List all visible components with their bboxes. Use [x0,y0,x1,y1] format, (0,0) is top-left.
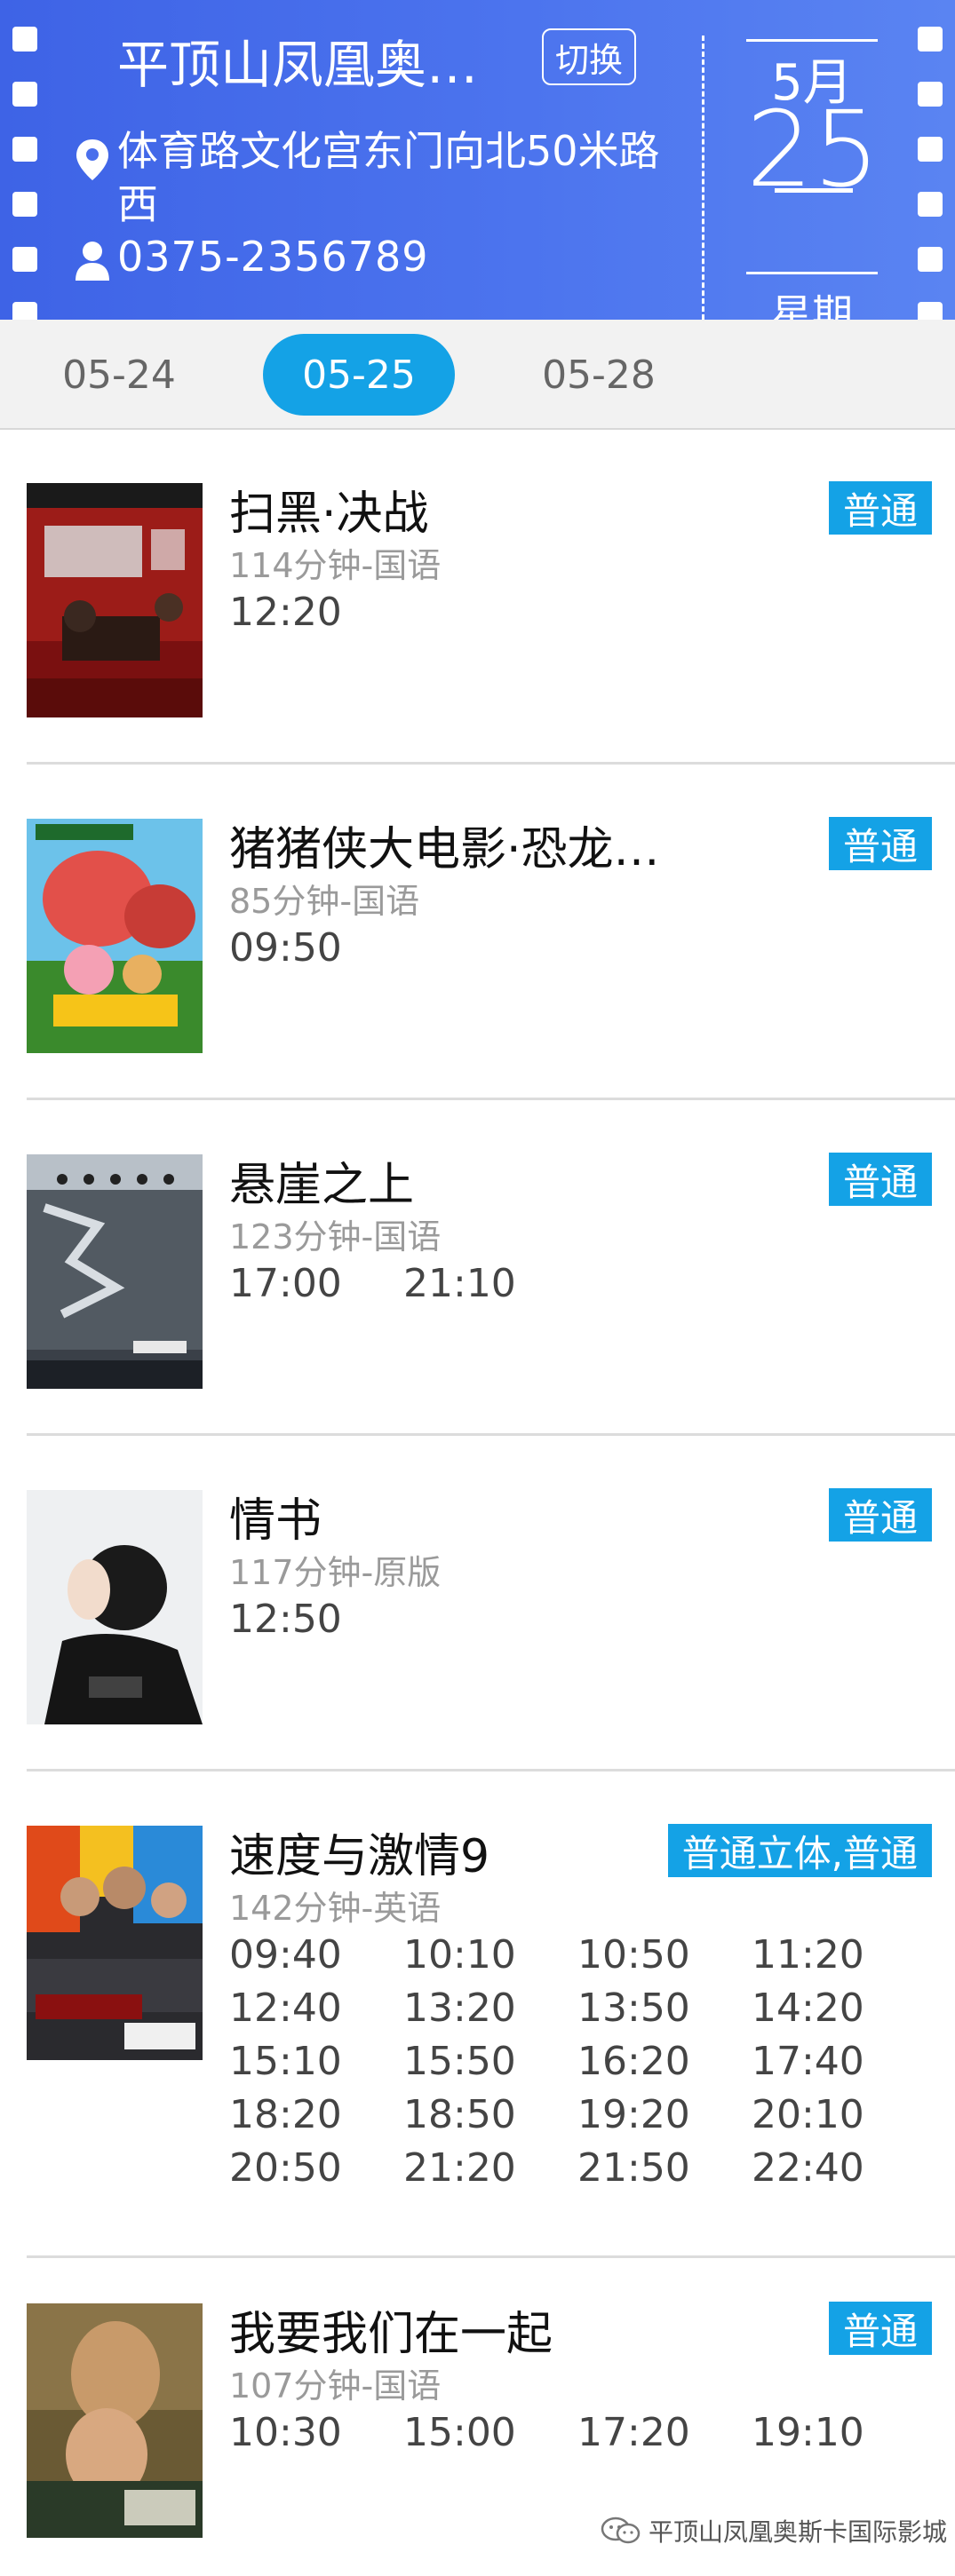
showtime[interactable]: 15:50 [403,2039,516,2084]
showtime[interactable]: 19:10 [752,2410,864,2455]
showtime[interactable]: 20:10 [752,2092,864,2137]
movie-item[interactable]: 情书 普通 117分钟-原版 12:50 [0,1437,955,1772]
showtime[interactable]: 16:20 [577,2039,690,2084]
movie-item[interactable]: 悬崖之上 普通 123分钟-国语 17:00 21:10 [0,1101,955,1437]
ticket-divider [702,36,704,320]
wechat-icon [601,2517,641,2544]
movie-title[interactable]: 速度与激情9 [229,1819,489,1885]
showtime[interactable]: 09:50 [229,925,342,971]
tab-date-0525[interactable]: 05-25 [263,334,455,416]
showtime[interactable]: 20:50 [229,2145,342,2191]
movie-title[interactable]: 猪猪侠大电影·恐龙… [229,812,660,878]
format-badge: 普通 [828,2302,932,2355]
cinema-header: 平顶山凤凰奥… 切换 体育路文化宫东门向北50米路西 0375-2356789 … [0,0,955,320]
user-icon [76,242,109,281]
date-weekday: 星期 [771,290,853,320]
movie-title[interactable]: 情书 [229,1483,322,1550]
showtime[interactable]: 12:20 [229,590,342,635]
film-strip-right [918,0,943,320]
row-divider [27,2255,955,2258]
cinema-name: 平顶山凤凰奥… [117,35,479,95]
movie-duration-language: 114分钟-国语 [229,546,442,585]
movie-duration-language: 142分钟-英语 [229,1889,442,1928]
format-badge: 普通 [828,817,932,870]
showtime[interactable]: 19:20 [577,2092,690,2137]
movie-duration-language: 107分钟-国语 [229,2366,442,2406]
movie-duration-language: 85分钟-国语 [229,882,420,921]
date-bottom-line [746,272,878,274]
poster-xuanya[interactable] [27,1154,203,1389]
date-top-line [746,39,878,42]
tab-date-0524[interactable]: 05-24 [39,334,199,416]
showtime[interactable]: 17:20 [577,2410,690,2455]
poster-qingshu[interactable] [27,1490,203,1724]
poster-zhuzhuxia[interactable] [27,819,203,1053]
movie-title[interactable]: 悬崖之上 [229,1147,414,1214]
row-divider [27,1433,955,1436]
format-badge: 普通立体,普通 [667,1824,932,1877]
format-badge: 普通 [828,1153,932,1206]
film-strip-left [12,0,37,320]
showtime[interactable]: 12:40 [229,1986,342,2031]
format-badge: 普通 [828,481,932,535]
movie-title[interactable]: 我要我们在一起 [229,2296,553,2363]
showtime[interactable]: 17:40 [752,2039,864,2084]
showtime[interactable]: 22:40 [752,2145,864,2191]
showtime[interactable]: 21:10 [403,1261,516,1306]
date-tabs: 05-24 05-25 05-28 [0,320,955,430]
row-divider [27,1098,955,1100]
tab-date-0528[interactable]: 05-28 [519,334,679,416]
showtime[interactable]: 21:20 [403,2145,516,2191]
showtime[interactable]: 10:30 [229,2410,342,2455]
poster-women[interactable] [27,2303,203,2538]
date-day-flip-line [775,188,853,193]
switch-cinema-button[interactable]: 切换 [542,28,636,85]
format-badge: 普通 [828,1488,932,1542]
poster-saohei[interactable] [27,483,203,717]
showtime[interactable]: 15:10 [229,2039,342,2084]
poster-sudu[interactable] [27,1826,203,2060]
row-divider [27,1769,955,1771]
location-pin-icon [76,139,108,180]
movie-item[interactable]: 猪猪侠大电影·恐龙… 普通 85分钟-国语 09:50 [0,765,955,1101]
showtime[interactable]: 14:20 [752,1986,864,2031]
showtime[interactable]: 13:20 [403,1986,516,2031]
cinema-address: 体育路文化宫东门向北50米路西 [117,127,660,228]
movie-item[interactable]: 扫黑·决战 普通 114分钟-国语 12:20 [0,430,955,765]
showtime[interactable]: 09:40 [229,1932,342,1978]
showtime[interactable]: 10:10 [403,1932,516,1978]
showtime[interactable]: 18:50 [403,2092,516,2137]
row-divider [27,762,955,765]
showtime[interactable]: 21:50 [577,2145,690,2191]
movie-title[interactable]: 扫黑·决战 [229,476,429,543]
movie-duration-language: 123分钟-国语 [229,1217,442,1256]
watermark-text: 平顶山凤凰奥斯卡国际影城 [649,2517,948,2547]
showtime[interactable]: 13:50 [577,1986,690,2031]
showtime[interactable]: 17:00 [229,1261,342,1306]
cinema-phone: 0375-2356789 [117,233,429,281]
showtime[interactable]: 15:00 [403,2410,516,2455]
movie-duration-language: 117分钟-原版 [229,1553,442,1592]
showtime[interactable]: 10:50 [577,1932,690,1978]
date-day: 25 [746,88,880,210]
wechat-watermark: 平顶山凤凰奥斯卡国际影城 [601,2513,947,2548]
showtime[interactable]: 11:20 [752,1932,864,1978]
showtime[interactable]: 18:20 [229,2092,342,2137]
showtime[interactable]: 12:50 [229,1597,342,1642]
movie-item[interactable]: 速度与激情9 普通立体,普通 142分钟-英语 09:40 10:10 10:5… [0,1772,955,2259]
